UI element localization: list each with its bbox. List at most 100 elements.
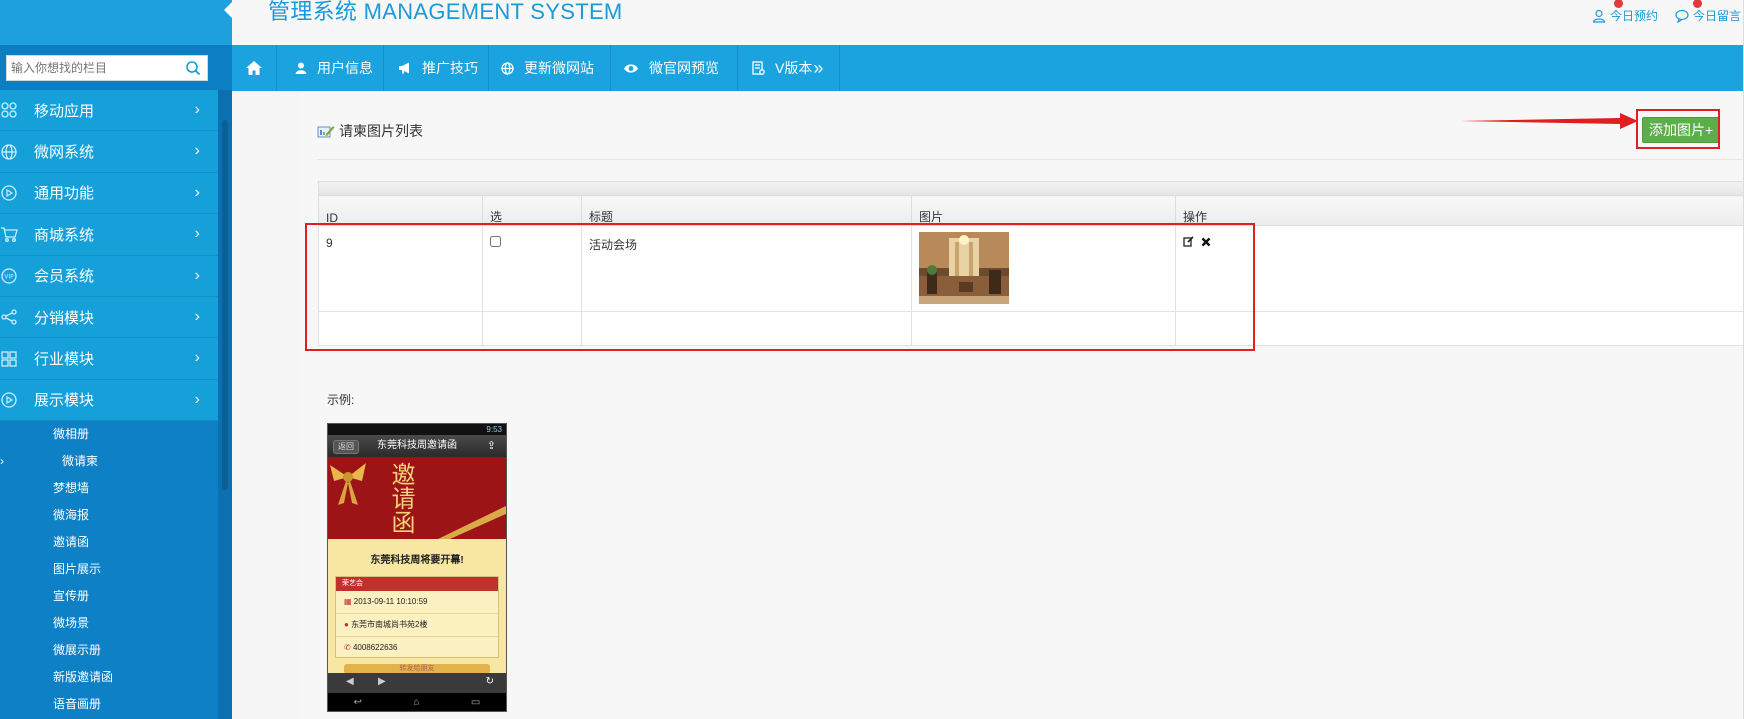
svg-text:VIP: VIP: [4, 273, 14, 280]
submenu-item-brochure[interactable]: 宣传册: [0, 583, 218, 610]
nav-promotion-tips[interactable]: 推广技巧: [384, 45, 489, 91]
top-navbar: 用户信息 推广技巧 更新微网站 微官网预览 V版本 »: [232, 45, 1744, 91]
submenu-item-label: 语音画册: [53, 697, 102, 711]
nav-version[interactable]: V版本 »: [738, 45, 840, 91]
submenu-item-new-invitation[interactable]: 新版邀请函: [0, 664, 218, 691]
phone-statusbar: 9:53: [328, 424, 506, 435]
example-label: 示例:: [327, 393, 355, 407]
cart-icon: [0, 225, 18, 243]
chevron-right-icon: ›: [194, 142, 200, 160]
card-address: ● 东莞市南城尚书苑2楼: [336, 614, 498, 637]
sidebar-item-label: 会员系统: [34, 268, 95, 286]
sidebar-search-input[interactable]: [7, 56, 181, 80]
phone-back-button: 返回: [333, 440, 359, 454]
chevron-right-icon: ›: [194, 349, 200, 367]
sidebar-item-label: 商城系统: [34, 226, 95, 244]
datetime-text: 2013-09-11 10:10:59: [353, 597, 428, 606]
sidebar-item-micro-web[interactable]: 微网系统 ›: [0, 131, 218, 173]
submenu-item-voice-album[interactable]: 语音画册: [0, 691, 218, 718]
phone-share-icon: ⇪: [486, 440, 496, 452]
sidebar-item-industry[interactable]: 行业模块 ›: [0, 338, 218, 380]
nav-label: 微官网预览: [649, 60, 719, 76]
table-header-row: ID 选 标题 图片 操作: [318, 195, 1744, 226]
submenu-item-image-display[interactable]: 图片展示: [0, 556, 218, 583]
nav-user-info[interactable]: 用户信息: [277, 45, 384, 91]
megaphone-icon: [398, 62, 412, 74]
nav-update-site[interactable]: 更新微网站: [489, 45, 611, 91]
card-datetime: ▦ 2013-09-11 10:10:59: [336, 591, 498, 614]
sidebar-item-label: 展示模块: [34, 392, 95, 410]
card-phone: ✆ 4008622636: [336, 637, 498, 659]
sidebar-item-mobile-apps[interactable]: 移动应用 ›: [0, 90, 218, 132]
annotation-arrow-icon: [1460, 113, 1638, 129]
phone-icon: ✆: [344, 643, 353, 652]
phone-text: 4008622636: [352, 643, 398, 652]
scrollbar-thumb[interactable]: [222, 120, 228, 490]
phone-titlebar: 返回 东莞科技周邀请函 ⇪: [328, 435, 506, 457]
submenu-item-showcase[interactable]: 微展示册: [0, 637, 218, 664]
sidebar-submenu: 微相册 › 微请柬 梦想墙 微海报 邀请函 图片展示 宣传册 微场景 微展示册 新…: [0, 421, 218, 719]
address-text: 东莞市南城尚书苑2楼: [351, 620, 428, 629]
submenu-item-album[interactable]: 微相册: [0, 421, 218, 448]
location-pin-icon: ●: [344, 620, 352, 629]
submenu-item-label: 微相册: [53, 427, 90, 441]
eye-icon: [623, 63, 639, 74]
grid-icon: [0, 350, 18, 368]
main-content: 请柬图片列表 添加图片+ ID 选 标题 图片 操作 9 活动会场 示例: 9:…: [300, 91, 1744, 719]
sidebar-scrollbar[interactable]: [218, 90, 232, 719]
submenu-item-invitation-letter[interactable]: 邀请函: [0, 529, 218, 556]
play-circle-icon: [0, 184, 18, 202]
today-messages-link[interactable]: 今日留言: [1675, 0, 1742, 24]
sidebar-item-label: 行业模块: [34, 351, 95, 369]
user-icon: [1592, 9, 1606, 23]
back-key-icon: ↩: [353, 696, 363, 708]
submenu-item-poster[interactable]: 微海报: [0, 502, 218, 529]
sidebar-item-shop[interactable]: 商城系统 ›: [0, 214, 218, 256]
panel-header: 请柬图片列表: [317, 121, 423, 141]
nav-label: 更新微网站: [524, 60, 594, 76]
user-icon: [295, 62, 307, 74]
today-appointments-link[interactable]: 今日预约: [1592, 0, 1658, 24]
nav-site-preview[interactable]: 微官网预览: [611, 45, 738, 91]
submenu-item-label: 邀请函: [53, 535, 90, 549]
sidebar-header: [0, 0, 232, 45]
phone-nav-keys: ↩ ⌂ ▭: [328, 693, 506, 711]
sidebar-search: [6, 55, 208, 81]
sidebar-item-label: 移动应用: [34, 102, 95, 120]
phone-browser-bar: ◀ ▶ ↻: [328, 673, 506, 693]
panel-title: 请柬图片列表: [339, 123, 423, 139]
globe-icon: [0, 143, 18, 161]
globe-icon: [501, 61, 514, 75]
cell-actions: [1175, 225, 1744, 312]
share-icon: [0, 308, 18, 326]
submenu-item-scene[interactable]: 微场景: [0, 610, 218, 637]
phone-event-card: 荣艺会 ▦ 2013-09-11 10:10:59 ● 东莞市南城尚书苑2楼 ✆…: [335, 576, 499, 658]
submenu-item-invitation-card[interactable]: › 微请柬: [0, 448, 218, 475]
apps-icon: [0, 101, 18, 119]
sidebar-item-common[interactable]: 通用功能 ›: [0, 172, 218, 215]
sidebar-item-label: 微网系统: [34, 144, 95, 162]
sidebar-item-distribution[interactable]: 分销模块 ›: [0, 296, 218, 339]
home-key-icon: ⌂: [413, 696, 420, 708]
submenu-item-label: 新版邀请函: [53, 670, 114, 684]
sidebar-item-member[interactable]: VIP 会员系统 ›: [0, 255, 218, 297]
sidebar-item-display[interactable]: 展示模块 ›: [0, 379, 218, 422]
example-phone-preview: 9:53 返回 东莞科技周邀请函 ⇪ 邀请函 东莞科技周将要开幕! 荣艺会 ▦ …: [327, 423, 507, 712]
vip-icon: VIP: [0, 267, 18, 285]
sidebar-item-label: 分销模块: [34, 309, 95, 327]
search-icon[interactable]: [185, 60, 201, 76]
phone-title: 东莞科技周邀请函: [377, 440, 457, 451]
sidebar: 移动应用 › 微网系统 › 通用功能 › 商城系统 › VIP: [0, 0, 234, 719]
card-header: 荣艺会: [336, 577, 498, 591]
submenu-item-label: 宣传册: [53, 589, 90, 603]
recent-key-icon: ▭: [470, 696, 481, 708]
chat-icon: [1675, 9, 1689, 23]
back-arrow-icon: ◀: [346, 676, 354, 687]
nav-home[interactable]: [232, 45, 277, 91]
top-header: 管理系统 MANAGEMENT SYSTEM 今日预约 今日留言: [232, 0, 1744, 45]
phone-headline: 东莞科技周将要开幕!: [370, 555, 464, 566]
empty-cell: [1175, 311, 1744, 346]
current-marker-icon: ›: [0, 454, 4, 468]
today-messages-label: 今日留言: [1693, 9, 1742, 23]
submenu-item-dream-wall[interactable]: 梦想墙: [0, 475, 218, 502]
